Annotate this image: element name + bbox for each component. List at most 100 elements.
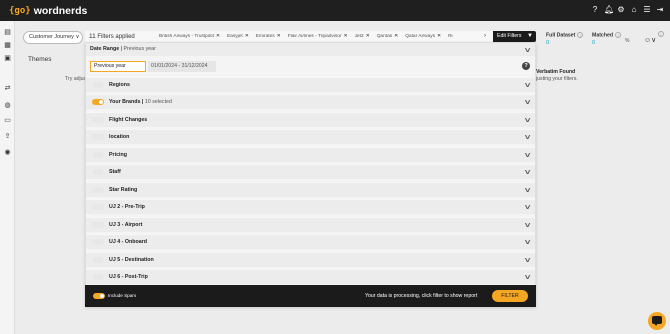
toggle-switch[interactable] bbox=[92, 274, 104, 280]
filter-row-uj4[interactable]: UJ 4 - Onboard ∨ bbox=[86, 234, 535, 249]
toggle-switch[interactable] bbox=[92, 204, 104, 210]
filter-chip[interactable]: Emirates ✕ bbox=[256, 34, 281, 39]
filter-row-pricing[interactable]: Pricing ∨ bbox=[86, 147, 535, 162]
chevron-up-icon[interactable]: ∨ bbox=[523, 46, 531, 54]
filter-chip[interactable]: Ri bbox=[448, 34, 453, 39]
filter-row-label: Regions bbox=[109, 82, 130, 88]
filter-action-bar: Include Spam Your data is processing, cl… bbox=[85, 285, 536, 307]
date-range-input[interactable]: 01/01/2024 - 31/12/2024 bbox=[148, 61, 216, 72]
chip-label: Flair Airlines - Tripadvisor bbox=[287, 34, 342, 39]
table-icon[interactable]: ▦ bbox=[3, 42, 12, 50]
bell-icon[interactable]: 🔔︎ bbox=[604, 5, 614, 14]
chevron-down-icon[interactable]: ∨ bbox=[523, 98, 531, 106]
chevron-down-icon[interactable]: ∨ bbox=[523, 273, 531, 281]
filters-icon[interactable]: ⇄ bbox=[3, 85, 12, 93]
toggle-switch[interactable] bbox=[92, 187, 104, 193]
toggle-switch[interactable] bbox=[92, 222, 104, 228]
filter-button[interactable]: FILTER bbox=[492, 290, 528, 302]
filter-row-label: UJ 4 - Onboard bbox=[109, 239, 147, 245]
filter-row-label: UJ 3 - Airport bbox=[109, 222, 143, 228]
row-subtitle: 10 selected bbox=[144, 99, 172, 105]
comments-icon[interactable]: ▭ bbox=[3, 117, 12, 125]
filters-applied-count: 11 Filters applied bbox=[89, 33, 135, 40]
logout-icon[interactable]: ⇥ bbox=[656, 5, 664, 14]
close-icon[interactable]: ✕ bbox=[437, 34, 441, 39]
logo-text: wordnerds bbox=[33, 4, 88, 17]
toggle-switch[interactable] bbox=[92, 99, 104, 105]
help-icon[interactable]: ? bbox=[522, 62, 530, 70]
include-spam-toggle[interactable] bbox=[93, 293, 105, 299]
close-icon[interactable]: ✕ bbox=[216, 34, 220, 39]
filter-row-flight-changes[interactable]: Flight Changes ∨ bbox=[86, 112, 535, 127]
filter-row-label: Pricing bbox=[109, 152, 127, 158]
filter-chip[interactable]: Easyjet ✕ bbox=[227, 34, 249, 39]
filter-row-star-rating[interactable]: Star Rating ∨ bbox=[86, 182, 535, 197]
period-select[interactable]: Previous year bbox=[90, 61, 146, 72]
wordnerds-logo[interactable]: {go} wordnerds bbox=[9, 4, 87, 17]
filter-chip[interactable]: Qatar Airways ✕ bbox=[405, 34, 441, 39]
filter-row-uj6[interactable]: UJ 6 - Post-Trip ∨ bbox=[86, 269, 535, 284]
toggle-switch[interactable] bbox=[92, 239, 104, 245]
date-range-value: Previous year bbox=[123, 46, 156, 52]
chevron-down-icon[interactable]: ∨ bbox=[523, 221, 531, 229]
home-icon[interactable]: ⌂ bbox=[630, 5, 638, 14]
date-range-header[interactable]: Date Range | Previous year ∨ bbox=[86, 43, 535, 56]
chevron-down-icon[interactable]: ∨ bbox=[523, 238, 531, 246]
upload-icon[interactable]: ⇪ bbox=[3, 133, 12, 141]
close-icon[interactable]: ✕ bbox=[344, 34, 348, 39]
filter-chip[interactable]: Qantas ✕ bbox=[377, 34, 399, 39]
filters-count-number: 11 bbox=[89, 33, 96, 40]
settings-icon[interactable]: ⚙ bbox=[617, 5, 625, 14]
chevron-down-icon[interactable]: ∨ bbox=[523, 133, 531, 141]
filter-row-your-brands[interactable]: Your Brands | 10 selected ∨ bbox=[86, 94, 535, 109]
filter-row-uj2[interactable]: UJ 2 - Pre-Trip ∨ bbox=[86, 199, 535, 214]
info-icon[interactable]: i bbox=[577, 32, 584, 38]
sentiment-icon[interactable]: ☺∨ bbox=[644, 36, 656, 44]
filter-row-uj3[interactable]: UJ 3 - Airport ∨ bbox=[86, 217, 535, 232]
customer-journey-dropdown[interactable]: Customer Journey ∨ bbox=[23, 31, 83, 44]
toggle-switch[interactable] bbox=[92, 134, 104, 140]
chevron-down-icon[interactable]: ∨ bbox=[523, 168, 531, 176]
help-icon[interactable]: ? bbox=[591, 5, 599, 14]
chat-button[interactable] bbox=[648, 312, 666, 330]
chevron-down-icon[interactable]: ∨ bbox=[523, 81, 531, 89]
close-icon[interactable]: ✕ bbox=[366, 34, 370, 39]
filter-chip[interactable]: British Airways - Trustpilot ✕ bbox=[159, 34, 220, 39]
toggle-switch[interactable] bbox=[92, 117, 104, 123]
sliders-icon[interactable]: ☰ bbox=[643, 5, 651, 14]
filter-chip[interactable]: Flair Airlines - Tripadvisor ✕ bbox=[288, 34, 348, 39]
chevron-down-icon[interactable]: ∨ bbox=[523, 203, 531, 211]
alert-icon[interactable]: ◍ bbox=[3, 102, 12, 110]
row-title: Your Brands bbox=[109, 99, 141, 105]
chart-icon[interactable]: ▤ bbox=[3, 29, 12, 37]
filter-bar: 11 Filters applied British Airways - Tru… bbox=[85, 31, 536, 42]
empty-state-hint: justing your filters. bbox=[536, 76, 578, 82]
filter-chip[interactable]: Jet2 ✕ bbox=[355, 34, 370, 39]
chevron-down-icon[interactable]: ∨ bbox=[523, 186, 531, 194]
toggle-switch[interactable] bbox=[92, 257, 104, 263]
filter-row-staff[interactable]: Staff ∨ bbox=[86, 164, 535, 179]
chevron-down-icon: ∨ bbox=[75, 34, 80, 40]
info-icon[interactable]: i bbox=[658, 31, 664, 37]
close-icon[interactable]: ✕ bbox=[277, 34, 281, 39]
info-icon[interactable]: i bbox=[615, 32, 622, 38]
grid-icon[interactable]: ▣ bbox=[3, 55, 12, 63]
matched-text: Matched bbox=[592, 32, 614, 39]
filter-row-location[interactable]: location ∨ bbox=[86, 129, 535, 144]
close-icon[interactable]: ✕ bbox=[394, 34, 398, 39]
logo-mark: {go} bbox=[9, 5, 31, 16]
toggle-switch[interactable] bbox=[92, 82, 104, 88]
filter-row-regions[interactable]: Regions ∨ bbox=[86, 77, 535, 92]
full-dataset-value: 0 bbox=[546, 40, 550, 46]
edit-filters-button[interactable]: Edit Filters ▼ bbox=[493, 31, 536, 42]
toggle-switch[interactable] bbox=[92, 169, 104, 175]
chevron-down-icon[interactable]: ∨ bbox=[523, 256, 531, 264]
chevron-right-icon[interactable]: › bbox=[484, 33, 486, 39]
matched-label: Matched i bbox=[592, 32, 622, 39]
toggle-switch[interactable] bbox=[92, 152, 104, 158]
bell-icon[interactable]: ◉ bbox=[3, 149, 12, 157]
filter-row-uj5[interactable]: UJ 5 - Destination ∨ bbox=[86, 252, 535, 267]
chevron-down-icon[interactable]: ∨ bbox=[523, 151, 531, 159]
close-icon[interactable]: ✕ bbox=[245, 34, 249, 39]
chevron-down-icon[interactable]: ∨ bbox=[523, 116, 531, 124]
